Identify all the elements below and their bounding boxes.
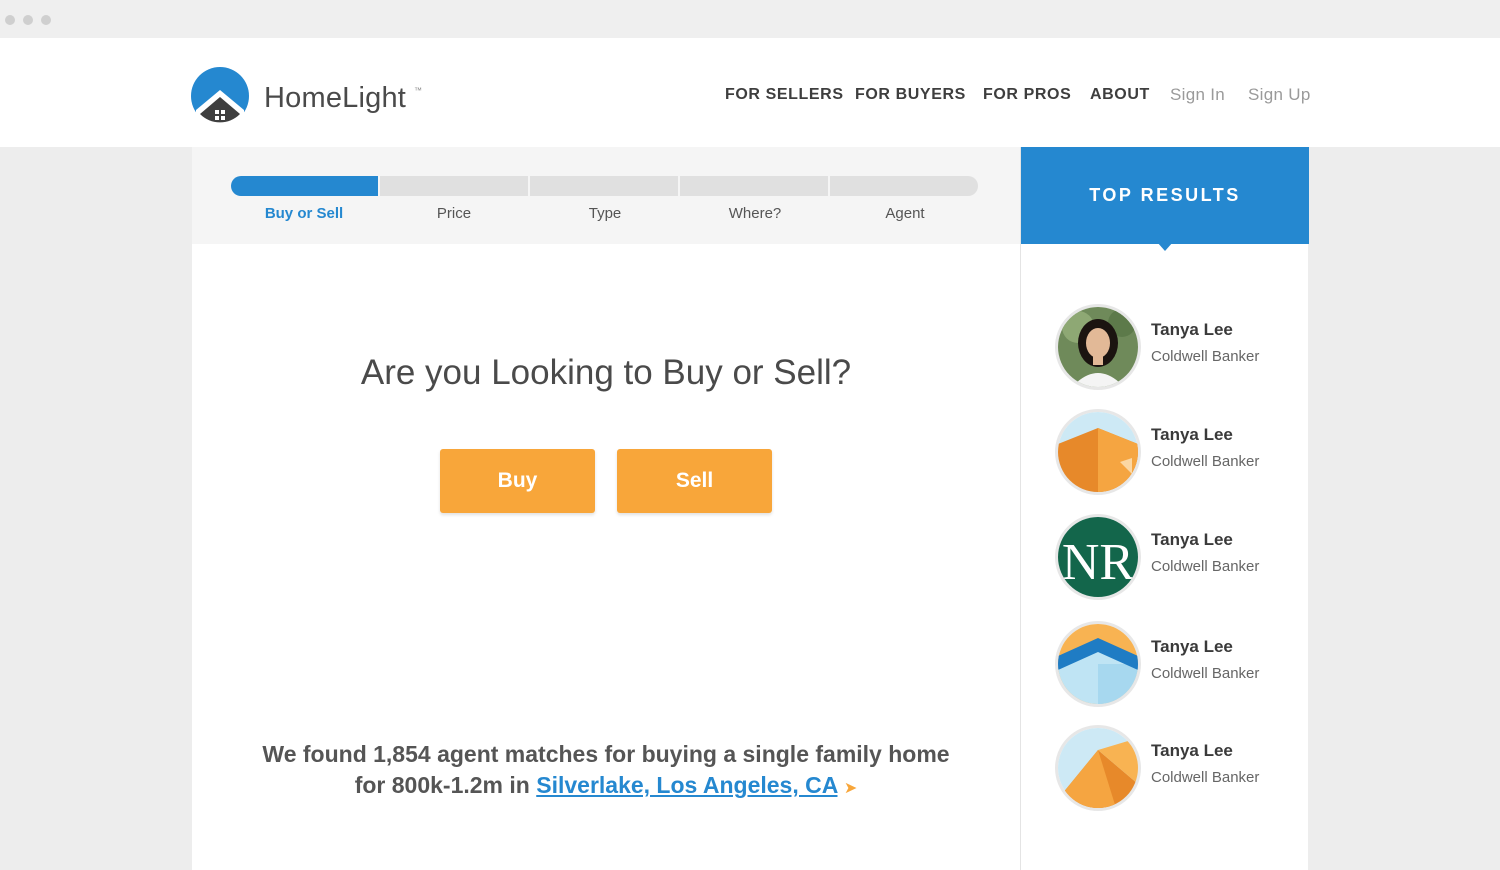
step-price[interactable]: Price (379, 205, 529, 222)
question-heading: Are you Looking to Buy or Sell? (360, 353, 852, 392)
agent-company: Coldwell Banker (1151, 348, 1260, 365)
homelight-house-icon (191, 67, 249, 126)
nav-about[interactable]: ABOUT (1090, 86, 1150, 104)
agent-card[interactable]: NR Tanya Lee Coldwell Banker (1055, 514, 1305, 604)
agent-card[interactable]: Tanya Lee Coldwell Banker (1055, 725, 1305, 815)
top-results-sidebar: TOP RESULTS Tanya Lee Coldwell Banker Ta… (1020, 147, 1309, 870)
progress-segment-buy-or-sell (231, 176, 378, 196)
agent-card[interactable]: Tanya Lee Coldwell Banker (1055, 621, 1305, 711)
window-dot-icon (41, 15, 51, 25)
agent-company: Coldwell Banker (1151, 665, 1260, 682)
matches-line-1: We found 1,854 agent matches for buying … (262, 741, 950, 767)
agent-name: Tanya Lee (1151, 530, 1233, 549)
trademark: ™ (414, 86, 422, 95)
step-agent[interactable]: Agent (830, 205, 980, 222)
window-dot-icon (23, 15, 33, 25)
nav-for-buyers[interactable]: FOR BUYERS (855, 86, 966, 104)
agent-company: Coldwell Banker (1151, 769, 1260, 786)
agent-name: Tanya Lee (1151, 320, 1233, 339)
step-buy-or-sell[interactable]: Buy or Sell (229, 205, 379, 222)
homelight-logo[interactable]: HomeLight ™ (190, 66, 430, 126)
svg-text:NR: NR (1062, 534, 1135, 591)
questionnaire-panel: Buy or Sell Price Type Where? Agent Are … (192, 147, 1020, 870)
step-type[interactable]: Type (530, 205, 680, 222)
agent-company: Coldwell Banker (1151, 558, 1260, 575)
nav-for-pros[interactable]: FOR PROS (983, 86, 1071, 104)
location-arrow-icon[interactable]: ➤ (844, 780, 857, 797)
step-where[interactable]: Where? (680, 205, 830, 222)
top-results-notch (1157, 242, 1173, 251)
orange-pyramid-logo-icon (1055, 725, 1141, 811)
matches-line-2-prefix: for 800k-1.2m in (354, 772, 537, 798)
progress-segment-type (530, 176, 678, 196)
matches-summary: We found 1,854 agent matches for buying … (192, 739, 1020, 804)
person-photo-icon (1055, 304, 1141, 390)
site-header: HomeLight ™ FOR SELLERS FOR BUYERS FOR P… (0, 38, 1500, 147)
progress-steps: Buy or Sell Price Type Where? Agent (192, 147, 1020, 244)
sign-in-link[interactable]: Sign In (1170, 85, 1225, 105)
agent-card[interactable]: Tanya Lee Coldwell Banker (1055, 409, 1305, 499)
progress-segment-price (380, 176, 528, 196)
brand-name: HomeLight (264, 82, 407, 114)
agent-company: Coldwell Banker (1151, 453, 1260, 470)
orange-house-logo-icon (1055, 409, 1141, 495)
nr-monogram-logo-icon: NR (1055, 514, 1141, 600)
agent-name: Tanya Lee (1151, 425, 1233, 444)
location-link[interactable]: Silverlake, Los Angeles, CA (536, 772, 837, 798)
agent-name: Tanya Lee (1151, 637, 1233, 656)
sell-button[interactable]: Sell (617, 449, 772, 513)
window-dot-icon (5, 15, 15, 25)
progress-segment-where (680, 176, 828, 196)
sign-up-link[interactable]: Sign Up (1248, 85, 1311, 105)
nav-for-sellers[interactable]: FOR SELLERS (725, 86, 844, 104)
blue-roof-logo-icon (1055, 621, 1141, 707)
matches-line-2: for 800k-1.2m in Silverlake, Los Angeles… (192, 770, 1020, 804)
agent-name: Tanya Lee (1151, 741, 1233, 760)
buy-button[interactable]: Buy (440, 449, 595, 513)
progress-segment-agent (830, 176, 978, 196)
agent-card[interactable]: Tanya Lee Coldwell Banker (1055, 304, 1305, 394)
browser-chrome (0, 0, 1500, 38)
top-results-title: TOP RESULTS (1021, 147, 1309, 244)
